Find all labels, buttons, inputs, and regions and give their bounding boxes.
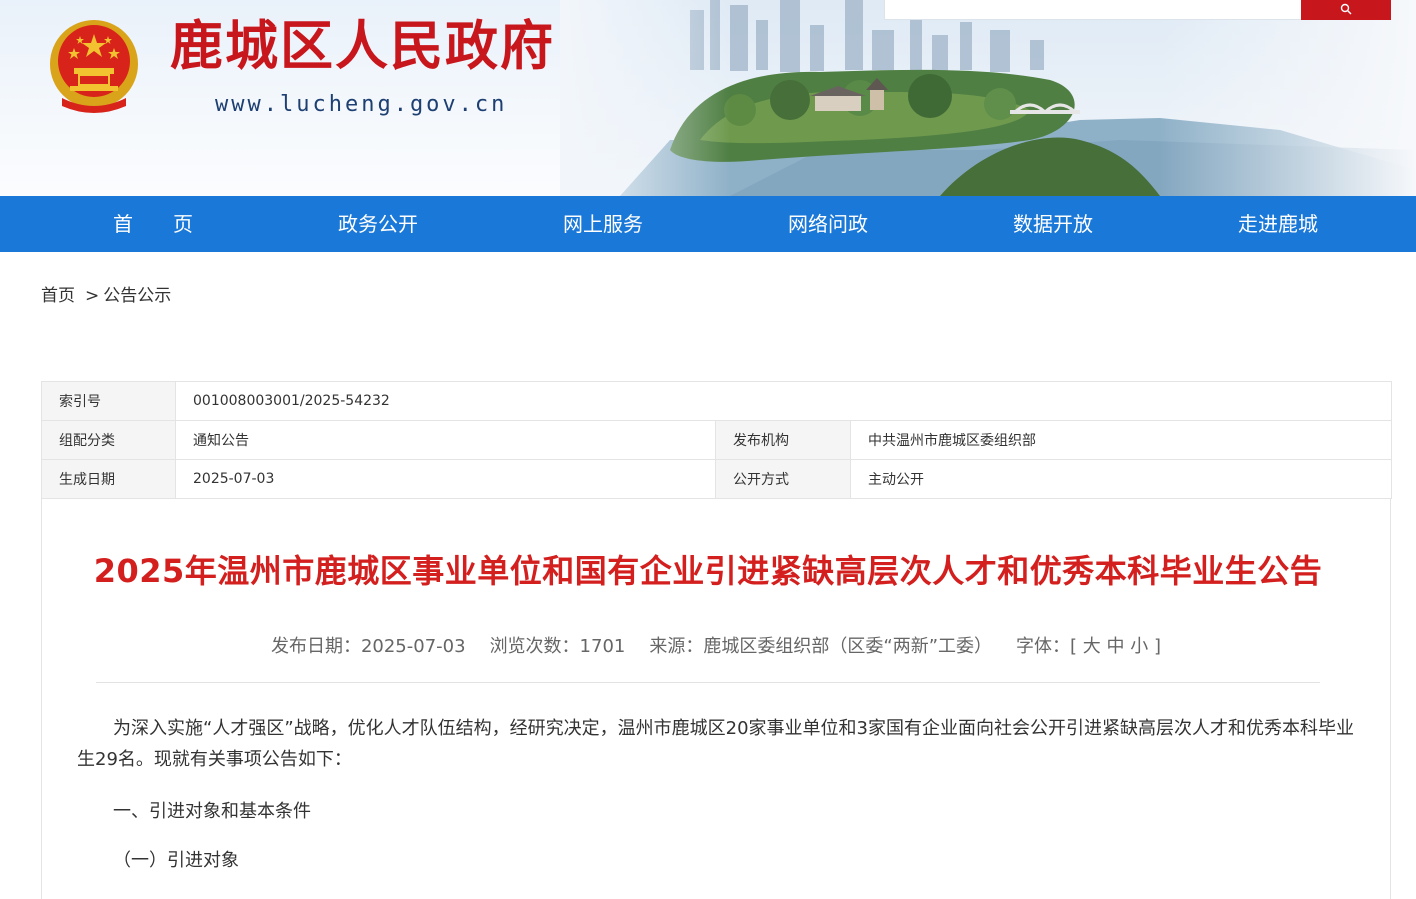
- publisher-label: 发布机构: [715, 420, 851, 460]
- font-size-medium-link[interactable]: 中: [1107, 636, 1125, 657]
- national-emblem-icon: [50, 20, 138, 113]
- date-label: 生成日期: [41, 459, 176, 499]
- nav-item-government-affairs[interactable]: 政务公开: [338, 196, 418, 252]
- nav-item-online-inquiry[interactable]: 网络问政: [788, 196, 868, 252]
- font-size-large-link[interactable]: 大: [1083, 636, 1101, 657]
- font-size-label: 字体：[: [1016, 636, 1078, 657]
- breadcrumb-current-link[interactable]: 公告公示: [103, 286, 171, 306]
- disclosure-mode-label: 公开方式: [715, 459, 851, 499]
- city-scenery-image: [560, 0, 1416, 196]
- disclosure-mode-value: 主动公开: [850, 459, 1392, 499]
- site-header: 鹿城区人民政府 www.lucheng.gov.cn: [0, 0, 1416, 196]
- index-value: 001008003001/2025-54232: [175, 381, 1392, 421]
- main-nav: 首 页 政务公开 网上服务 网络问政 数据开放 走进鹿城: [0, 196, 1416, 252]
- publisher-value: 中共温州市鹿城区委组织部: [850, 420, 1392, 460]
- section-subheading-1-1: （一）引进对象: [113, 850, 239, 871]
- site-name: 鹿城区人民政府: [170, 15, 555, 77]
- search-input[interactable]: [884, 0, 1302, 20]
- search-button[interactable]: [1301, 0, 1391, 20]
- meta-divider: [96, 682, 1320, 683]
- article-source: 来源：鹿城区委组织部（区委“两新”工委）: [649, 636, 993, 657]
- article-meta: 发布日期：2025-07-03 浏览次数：1701 来源：鹿城区委组织部（区委“两新…: [0, 632, 1416, 658]
- article-title: 2025年温州市鹿城区事业单位和国有企业引进紧缺高层次人才和优秀本科毕业生公告: [93, 552, 1323, 590]
- date-value: 2025-07-03: [175, 459, 716, 499]
- category-value: 通知公告: [175, 420, 716, 460]
- breadcrumb-separator: >: [85, 286, 100, 306]
- search-icon: [1340, 3, 1352, 14]
- nav-item-home[interactable]: 首 页: [113, 196, 193, 252]
- table-row: 生成日期 2025-07-03 公开方式 主动公开: [41, 459, 1392, 499]
- table-row: 组配分类 通知公告 发布机构 中共温州市鹿城区委组织部: [41, 420, 1392, 460]
- section-heading-1: 一、引进对象和基本条件: [113, 801, 311, 822]
- breadcrumb-home-link[interactable]: 首页: [41, 286, 75, 306]
- article-intro-paragraph: 为深入实施“人才强区”战略，优化人才队伍结构，经研究决定，温州市鹿城区20家事业…: [77, 718, 1354, 770]
- category-label: 组配分类: [41, 420, 176, 460]
- font-size-close: ]: [1154, 636, 1162, 657]
- nav-item-about-lucheng[interactable]: 走进鹿城: [1238, 196, 1318, 252]
- site-url: www.lucheng.gov.cn: [215, 92, 508, 117]
- publish-date: 发布日期：2025-07-03: [270, 636, 466, 657]
- view-count: 浏览次数：1701: [489, 636, 626, 657]
- table-row: 索引号 001008003001/2025-54232: [41, 381, 1392, 421]
- breadcrumb: 首页 > 公告公示: [41, 281, 171, 306]
- nav-item-online-services[interactable]: 网上服务: [563, 196, 643, 252]
- font-size-small-link[interactable]: 小: [1130, 636, 1148, 657]
- index-label: 索引号: [41, 381, 176, 421]
- document-info-table: 索引号 001008003001/2025-54232 组配分类 通知公告 发布…: [41, 381, 1392, 499]
- nav-item-open-data[interactable]: 数据开放: [1013, 196, 1093, 252]
